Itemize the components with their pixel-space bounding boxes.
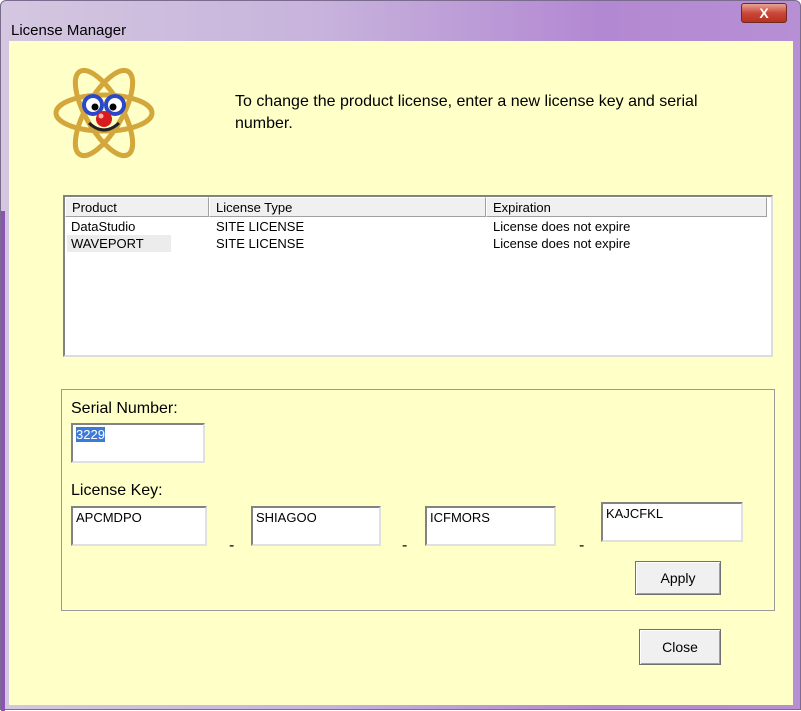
close-icon: X [759, 5, 769, 21]
atom-smiley-icon [53, 67, 155, 159]
license-key-part-1-input[interactable]: APCMDPO [71, 506, 207, 546]
license-key-part-2-value: SHIAGOO [256, 510, 317, 525]
license-key-part-1-value: APCMDPO [76, 510, 142, 525]
license-key-part-2-input[interactable]: SHIAGOO [251, 506, 381, 546]
title-bar[interactable]: License Manager X [1, 1, 800, 39]
license-expiration: License does not expire [493, 219, 631, 234]
license-key-part-4-input[interactable]: KAJCFKL [601, 502, 743, 542]
license-expiration: License does not expire [493, 236, 631, 251]
license-key-separator: - [402, 537, 408, 554]
intro-text: To change the product license, enter a n… [235, 93, 698, 132]
window-title: License Manager [11, 22, 127, 39]
license-key-separator: - [579, 537, 585, 554]
column-header-expiration[interactable]: Expiration [486, 197, 767, 217]
close-button[interactable]: Close [639, 629, 721, 665]
license-key-part-3-input[interactable]: ICFMORS [425, 506, 556, 546]
window-left-edge [1, 211, 5, 711]
serial-number-label: Serial Number: [71, 400, 178, 417]
column-header-license-type[interactable]: License Type [209, 197, 486, 217]
license-type: SITE LICENSE [216, 219, 305, 234]
apply-button[interactable]: Apply [635, 561, 721, 595]
license-manager-window: License Manager X To change the product … [0, 0, 801, 711]
license-key-part-3-value: ICFMORS [430, 510, 490, 525]
dialog-client-area: To change the product license, enter a n… [9, 41, 793, 705]
license-list[interactable]: Product License Type Expiration DataStud… [63, 195, 773, 357]
serial-number-input[interactable]: 3229 [71, 423, 205, 463]
license-key-separator: - [229, 537, 235, 554]
license-product: DataStudio [71, 219, 136, 234]
column-header-product[interactable]: Product [65, 197, 209, 217]
license-type: SITE LICENSE [216, 236, 305, 251]
serial-number-value: 3229 [76, 427, 105, 442]
window-close-button[interactable]: X [741, 3, 787, 23]
license-row[interactable]: WAVEPORT SITE LICENSE License does not e… [65, 235, 771, 252]
license-key-label: License Key: [71, 482, 163, 499]
license-list-header: Product License Type Expiration [65, 197, 771, 217]
license-product: WAVEPORT [67, 235, 171, 252]
license-row[interactable]: DataStudio SITE LICENSE License does not… [65, 218, 771, 235]
license-key-part-4-value: KAJCFKL [606, 506, 664, 521]
